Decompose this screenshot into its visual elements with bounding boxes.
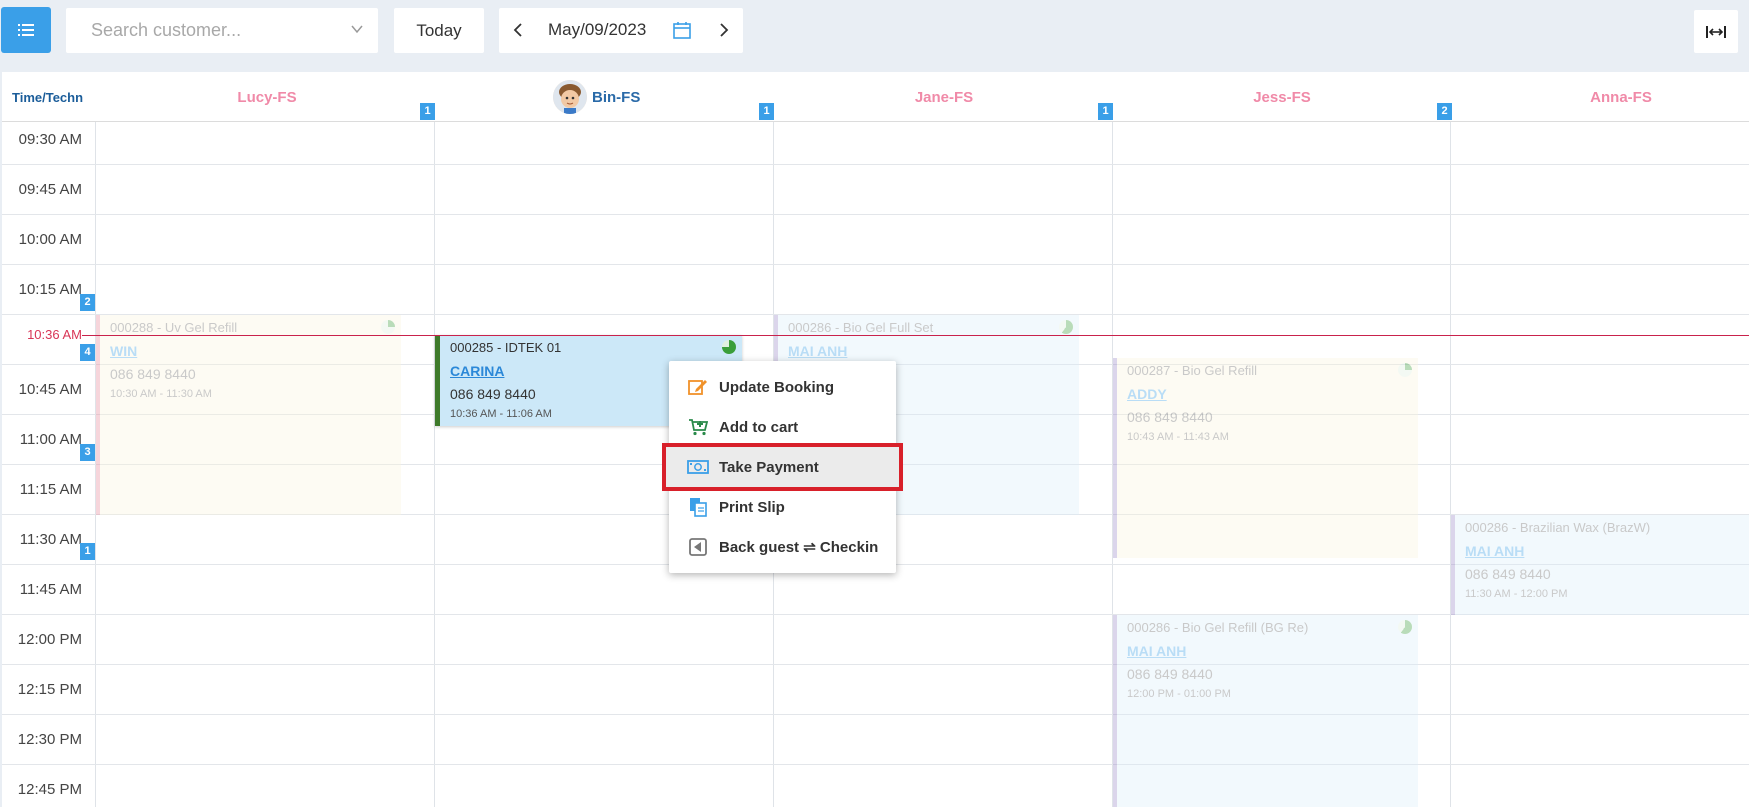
money-icon	[687, 457, 709, 477]
appointment-card[interactable]: 000286 - Bio Gel Refill (BG Re) MAI ANH …	[1113, 615, 1418, 807]
context-menu: Update Booking Add to cart Take Payment	[662, 361, 903, 573]
technician-bin[interactable]: Bin-FS	[592, 89, 662, 106]
row-divider	[2, 264, 1749, 265]
time-slot-label: 09:45 AM	[18, 181, 82, 198]
row-divider	[2, 714, 1749, 715]
appointment-title: 000286 - Bio Gel Refill (BG Re)	[1127, 620, 1309, 635]
time-technician-header: Time/Techn	[12, 90, 84, 105]
toolbar: Today May/09/2023	[0, 0, 1749, 72]
appointment-time: 12:00 PM - 01:00 PM	[1127, 688, 1231, 700]
customer-link[interactable]: WIN	[110, 343, 401, 359]
customer-phone: 086 849 8440	[1465, 566, 1551, 582]
appointment-time: 10:43 AM - 11:43 AM	[1127, 431, 1229, 443]
current-time-label: 10:36 AM	[27, 327, 82, 342]
menu-item-label: Back guest ⇌ Checkin	[719, 539, 879, 556]
customer-link[interactable]: MAI ANH	[788, 343, 1079, 359]
print-slip-icon	[687, 497, 709, 517]
progress-pie-icon	[381, 320, 395, 334]
search-customer-select[interactable]	[66, 8, 378, 53]
menu-item-update-booking[interactable]: Update Booking	[669, 367, 896, 407]
menu-item-add-to-cart[interactable]: Add to cart	[669, 407, 896, 447]
menu-item-back-guest-checkin[interactable]: Back guest ⇌ Checkin	[669, 527, 896, 567]
time-slot-label: 11:45 AM	[19, 581, 82, 598]
row-divider	[2, 214, 1749, 215]
row-divider	[2, 164, 1749, 165]
menu-item-label: Update Booking	[719, 378, 834, 396]
next-day-icon[interactable]	[717, 22, 731, 38]
prev-day-icon[interactable]	[511, 22, 525, 38]
menu-item-print-slip[interactable]: Print Slip	[669, 487, 896, 527]
date-navigator: May/09/2023	[499, 8, 743, 53]
chevron-down-icon[interactable]	[350, 22, 364, 36]
appointment-title: 000287 - Bio Gel Refill	[1127, 363, 1258, 378]
menu-item-label: Print Slip	[719, 498, 785, 516]
appointment-card[interactable]: 000286 - Brazilian Wax (BrazW) MAI ANH 0…	[1451, 515, 1749, 615]
search-input[interactable]	[91, 20, 341, 41]
menu-item-label: Take Payment	[719, 458, 819, 476]
current-date[interactable]: May/09/2023	[548, 20, 646, 40]
progress-pie-icon	[1059, 320, 1073, 334]
customer-link[interactable]: MAI ANH	[1465, 543, 1749, 559]
appointment-card[interactable]: 000288 - Uv Gel Refill WIN 086 849 8440 …	[96, 315, 401, 515]
today-button[interactable]: Today	[394, 8, 484, 53]
edit-icon	[687, 377, 709, 397]
avatar	[553, 80, 587, 114]
menu-toggle-button[interactable]	[1, 7, 51, 53]
list-menu-icon	[18, 24, 34, 36]
progress-pie-icon	[1398, 620, 1412, 634]
time-slot-label: 11:30 AM	[19, 531, 82, 548]
customer-link[interactable]: ADDY	[1127, 386, 1418, 402]
time-slot-label: 12:15 PM	[17, 681, 82, 698]
technician-badge: 1	[420, 103, 435, 120]
calendar-icon[interactable]	[672, 20, 692, 40]
technician-badge: 1	[1098, 103, 1113, 120]
time-count-badge: 2	[80, 294, 95, 311]
current-time-line	[82, 335, 1749, 336]
appointment-title: 000288 - Uv Gel Refill	[110, 320, 238, 335]
technician-badge: 1	[759, 103, 774, 120]
time-slot-label: 12:30 PM	[17, 731, 82, 748]
menu-item-label: Add to cart	[719, 418, 799, 436]
appointment-time: 11:30 AM - 12:00 PM	[1465, 588, 1568, 600]
time-slot-label: 09:30 AM	[18, 131, 82, 148]
progress-pie-icon	[1398, 363, 1412, 377]
appointment-title: 000286 - Bio Gel Full Set	[788, 320, 934, 335]
customer-phone: 086 849 8440	[1127, 666, 1213, 682]
fit-width-button[interactable]	[1694, 10, 1738, 53]
time-slot-label: 12:00 PM	[17, 631, 82, 648]
appointment-title: 000286 - Brazilian Wax (BrazW)	[1465, 520, 1651, 535]
cart-icon	[687, 417, 709, 437]
technician-anna[interactable]: Anna-FS	[1566, 89, 1676, 106]
time-slot-label: 10:00 AM	[18, 231, 82, 248]
time-slot-label: 10:45 AM	[18, 381, 82, 398]
time-count-badge: 4	[80, 344, 95, 361]
time-count-badge: 1	[80, 543, 95, 560]
appointment-card[interactable]: 000287 - Bio Gel Refill ADDY 086 849 844…	[1113, 358, 1418, 558]
technician-jane[interactable]: Jane-FS	[889, 89, 999, 106]
row-divider	[2, 764, 1749, 765]
row-divider	[2, 664, 1749, 665]
time-slot-label: 11:00 AM	[19, 431, 82, 448]
customer-link[interactable]: MAI ANH	[1127, 643, 1418, 659]
grid-header: Time/Techn Lucy-FS 1 Bin-FS 1 Jane-FS 1 …	[2, 72, 1749, 122]
fit-width-icon	[1706, 25, 1726, 38]
appointment-title: 000285 - IDTEK 01	[450, 340, 562, 355]
time-count-badge: 3	[80, 444, 95, 461]
time-slot-label: 10:15 AM	[18, 281, 82, 298]
time-slot-label: 12:45 PM	[17, 781, 82, 798]
customer-phone: 086 849 8440	[1127, 409, 1213, 425]
time-slot-label: 11:15 AM	[19, 481, 82, 498]
progress-pie-icon	[722, 340, 736, 354]
customer-phone: 086 849 8440	[110, 366, 196, 382]
technician-lucy[interactable]: Lucy-FS	[212, 89, 322, 106]
menu-item-take-payment[interactable]: Take Payment	[662, 443, 903, 491]
technician-jess[interactable]: Jess-FS	[1227, 89, 1337, 106]
technician-badge: 2	[1437, 103, 1452, 120]
back-icon	[687, 537, 709, 557]
appointment-time: 10:30 AM - 11:30 AM	[110, 388, 212, 400]
